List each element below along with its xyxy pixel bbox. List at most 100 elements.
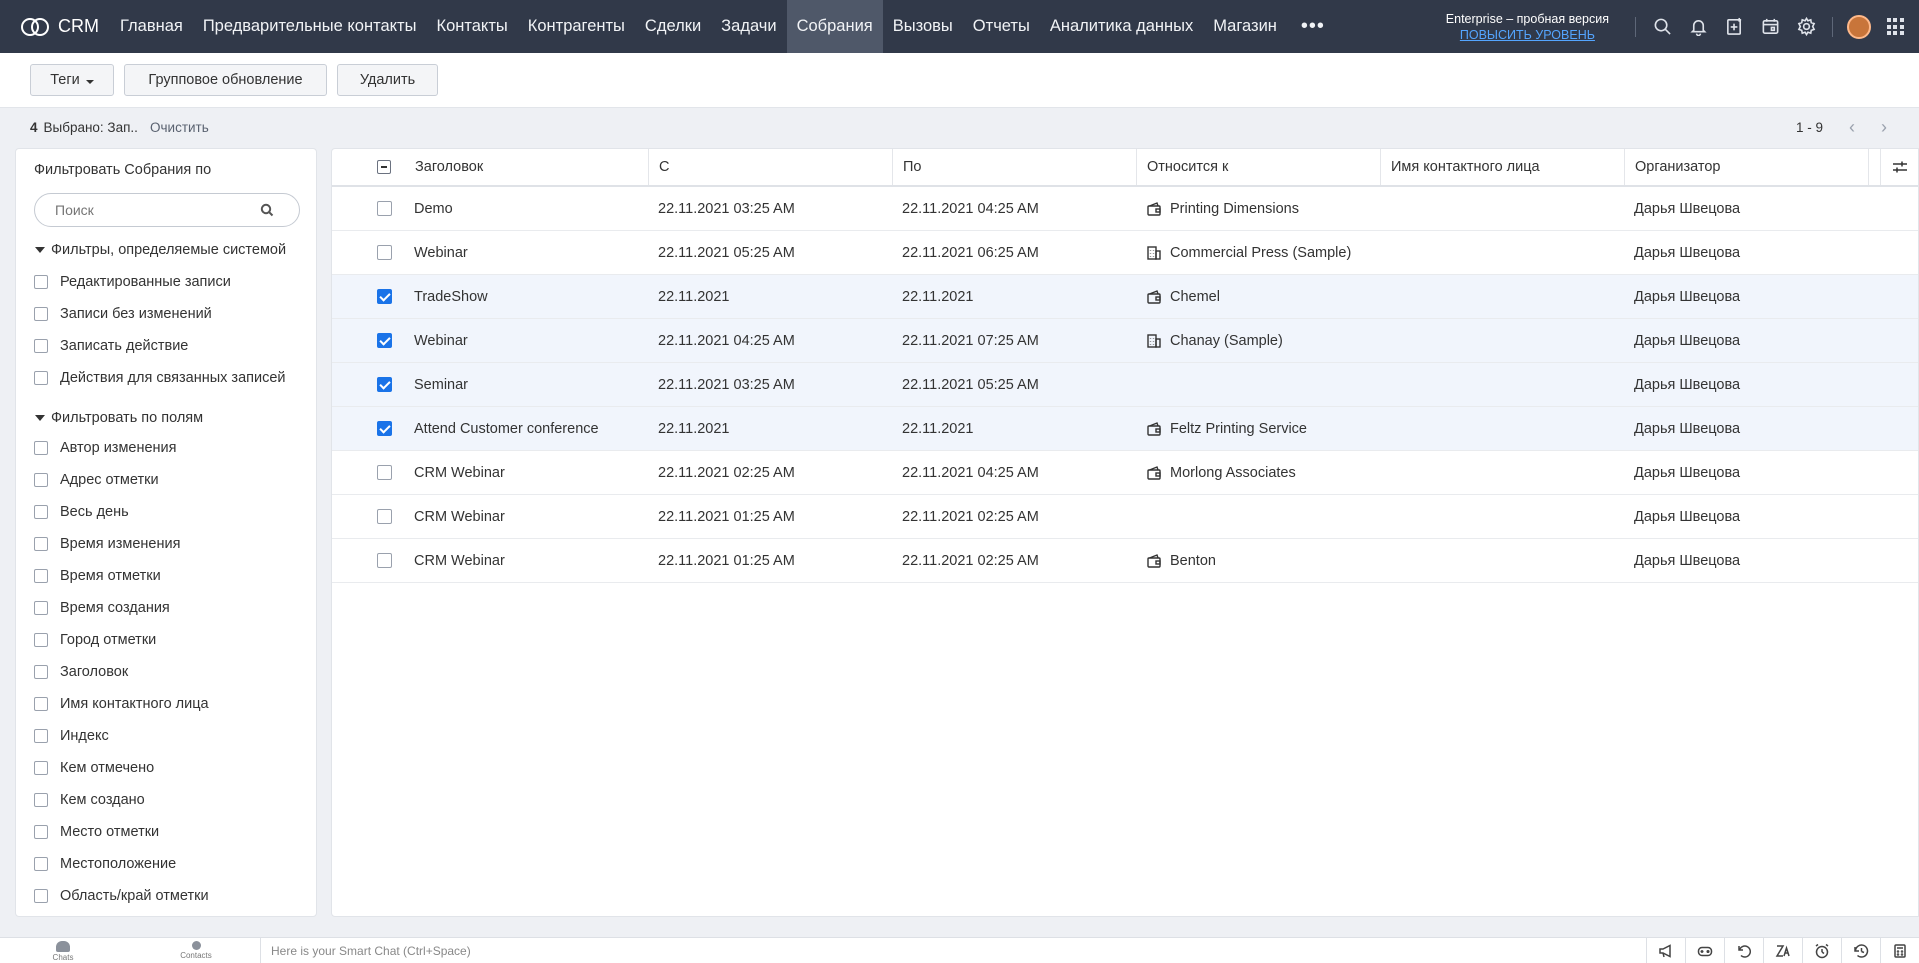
cell-title[interactable]: Demo (414, 187, 453, 230)
filter-checkbox[interactable] (34, 633, 48, 647)
filter-option[interactable]: Время создания (34, 598, 170, 618)
filter-option[interactable]: Город отметки (34, 630, 156, 650)
filter-option[interactable]: Редактированные записи (34, 272, 231, 292)
table-row[interactable]: CRM Webinar 22.11.2021 01:25 AM 22.11.2021… (332, 539, 1918, 583)
related-name[interactable]: Chemel (1170, 289, 1220, 305)
apps-grid-icon[interactable] (1877, 0, 1913, 53)
cell-related[interactable]: Benton (1146, 539, 1216, 582)
row-checkbox[interactable] (377, 421, 392, 436)
nav-tab-3[interactable]: Контрагенты (518, 0, 635, 53)
row-checkbox[interactable] (377, 377, 392, 392)
row-checkbox[interactable] (377, 465, 392, 480)
megaphone-icon[interactable] (1646, 938, 1685, 963)
cell-title[interactable]: TradeShow (414, 275, 488, 318)
related-name[interactable]: Printing Dimensions (1170, 201, 1299, 217)
cell-title[interactable]: CRM Webinar (414, 539, 505, 582)
search-icon[interactable] (1644, 0, 1680, 53)
filter-checkbox[interactable] (34, 569, 48, 583)
filter-option[interactable]: Действия для связанных записей (34, 368, 286, 388)
row-checkbox[interactable] (377, 289, 392, 304)
nav-more-button[interactable]: ••• (1287, 0, 1339, 53)
related-name[interactable]: Chanay (Sample) (1170, 333, 1283, 349)
cell-title[interactable]: Attend Customer conference (414, 407, 599, 450)
undo-history-icon[interactable] (1724, 938, 1763, 963)
cell-related[interactable]: Chemel (1146, 275, 1220, 318)
filter-option[interactable]: Заголовок (34, 662, 128, 682)
crm-logo[interactable]: CRM (0, 16, 110, 37)
filter-checkbox[interactable] (34, 275, 48, 289)
delete-button[interactable]: Удалить (337, 64, 438, 96)
alarm-icon[interactable] (1802, 938, 1841, 963)
tags-button[interactable]: Теги (30, 64, 114, 96)
filter-checkbox[interactable] (34, 371, 48, 385)
filter-option[interactable]: Весь день (34, 502, 129, 522)
cell-related[interactable]: Morlong Associates (1146, 451, 1296, 494)
user-avatar[interactable] (1841, 0, 1877, 53)
filter-option[interactable]: Имя контактного лица (34, 694, 209, 714)
cell-related[interactable]: Commercial Press (Sample) (1146, 231, 1351, 274)
table-row[interactable]: TradeShow 22.11.2021 22.11.2021 Chemel Дарья… (332, 275, 1918, 319)
filter-option[interactable]: Кем создано (34, 790, 145, 810)
search-icon[interactable] (260, 203, 274, 217)
filter-checkbox[interactable] (34, 601, 48, 615)
column-header-related[interactable]: Относится к (1137, 149, 1381, 185)
nav-tab-10[interactable]: Магазин (1203, 0, 1287, 53)
nav-tab-6[interactable]: Собрания (786, 0, 883, 53)
filter-checkbox[interactable] (34, 441, 48, 455)
cell-related[interactable]: Chanay (Sample) (1146, 319, 1283, 362)
cell-title[interactable]: CRM Webinar (414, 495, 505, 538)
filter-checkbox[interactable] (34, 307, 48, 321)
calculator-icon[interactable] (1880, 938, 1919, 963)
filter-option[interactable]: Записи без изменений (34, 304, 212, 324)
filter-search-input[interactable] (35, 202, 260, 218)
clear-selection-link[interactable]: Очистить (150, 120, 209, 135)
gear-icon[interactable] (1788, 0, 1824, 53)
related-name[interactable]: Commercial Press (Sample) (1170, 245, 1351, 261)
bell-icon[interactable] (1680, 0, 1716, 53)
table-row[interactable]: Webinar 22.11.2021 05:25 AM 22.11.2021 06:… (332, 231, 1918, 275)
nav-tab-5[interactable]: Задачи (711, 0, 786, 53)
table-row[interactable]: Attend Customer conference 22.11.2021 22.1… (332, 407, 1918, 451)
gamepad-icon[interactable] (1685, 938, 1724, 963)
table-row[interactable]: CRM Webinar 22.11.2021 02:25 AM 22.11.2021… (332, 451, 1918, 495)
table-row[interactable]: Seminar 22.11.2021 03:25 AM 22.11.2021 05:… (332, 363, 1918, 407)
filter-checkbox[interactable] (34, 889, 48, 903)
field-filters-toggle[interactable]: Фильтровать по полям (34, 410, 203, 426)
filter-option[interactable]: Местоположение (34, 854, 176, 874)
filter-option[interactable]: Место отметки (34, 822, 159, 842)
nav-tab-7[interactable]: Вызовы (883, 0, 963, 53)
filter-checkbox[interactable] (34, 825, 48, 839)
filter-checkbox[interactable] (34, 665, 48, 679)
row-checkbox[interactable] (377, 201, 392, 216)
recent-history-icon[interactable] (1841, 938, 1880, 963)
cell-title[interactable]: Webinar (414, 319, 468, 362)
filter-checkbox[interactable] (34, 857, 48, 871)
prev-page-icon[interactable]: ‹ (1849, 117, 1855, 138)
nav-tab-4[interactable]: Сделки (635, 0, 711, 53)
row-checkbox[interactable] (377, 509, 392, 524)
system-filters-toggle[interactable]: Фильтры, определяемые системой (34, 242, 286, 258)
contacts-button[interactable]: Contacts (176, 941, 216, 960)
cell-title[interactable]: Seminar (414, 363, 468, 406)
nav-tab-0[interactable]: Главная (110, 0, 193, 53)
row-checkbox[interactable] (377, 333, 392, 348)
column-header-from[interactable]: С (649, 149, 893, 185)
filter-option[interactable]: Время отметки (34, 566, 161, 586)
row-checkbox[interactable] (377, 245, 392, 260)
filter-option[interactable]: Индекс (34, 726, 109, 746)
filter-checkbox[interactable] (34, 473, 48, 487)
related-name[interactable]: Morlong Associates (1170, 465, 1296, 481)
create-record-icon[interactable] (1716, 0, 1752, 53)
filter-checkbox[interactable] (34, 729, 48, 743)
filter-checkbox[interactable] (34, 761, 48, 775)
filter-option[interactable]: Автор изменения (34, 438, 177, 458)
filter-option[interactable]: Время изменения (34, 534, 180, 554)
row-checkbox[interactable] (377, 553, 392, 568)
column-header-contact[interactable]: Имя контактного лица (1381, 149, 1625, 185)
column-header-to[interactable]: По (893, 149, 1137, 185)
chats-button[interactable]: Chats (43, 941, 83, 962)
filter-option[interactable]: Кем отмечено (34, 758, 154, 778)
calendar-icon[interactable] (1752, 0, 1788, 53)
filter-checkbox[interactable] (34, 339, 48, 353)
nav-tab-1[interactable]: Предварительные контакты (193, 0, 427, 53)
